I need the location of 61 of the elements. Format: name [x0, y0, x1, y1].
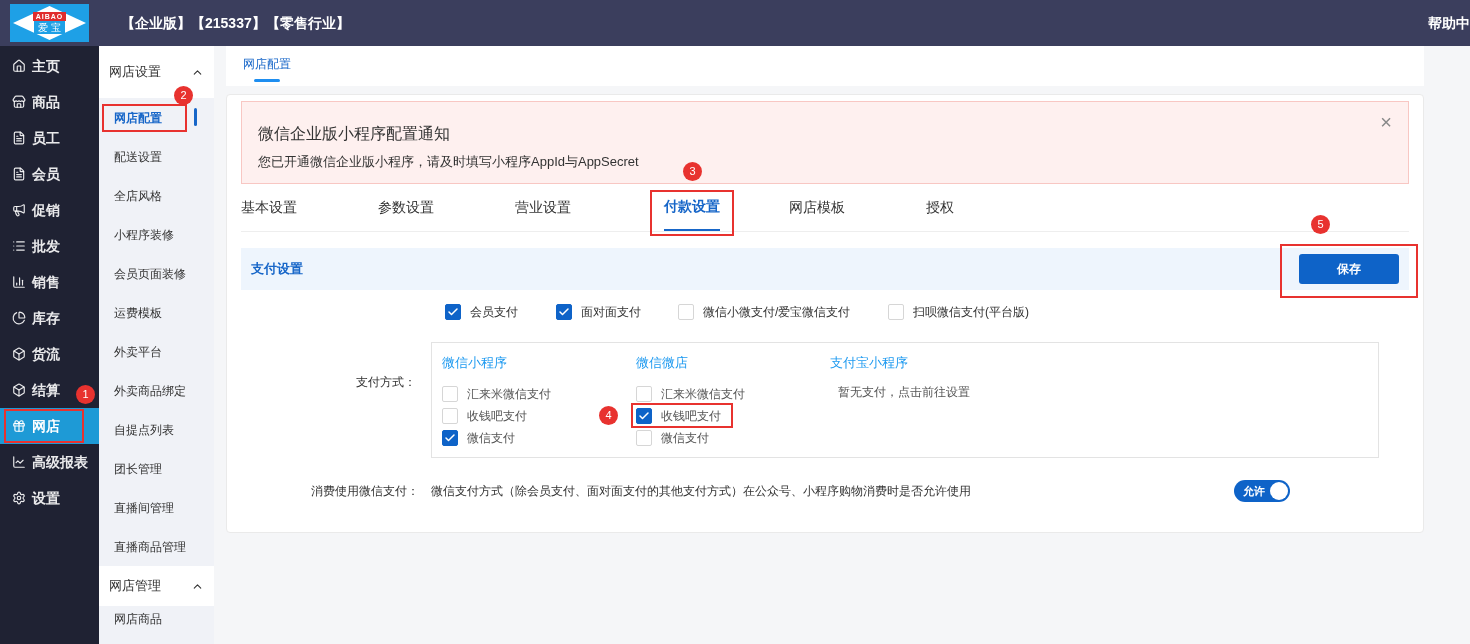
field-label: 支付方式：	[356, 374, 416, 391]
sidebar-item[interactable]: 设置	[0, 480, 99, 516]
sidebar-item[interactable]: 员工	[0, 120, 99, 156]
tab[interactable]: 授权	[926, 184, 954, 231]
sidebar-item[interactable]: 库存	[0, 300, 99, 336]
tab[interactable]: 参数设置	[378, 184, 434, 231]
section-title: 支付设置	[251, 260, 303, 279]
checkbox-label: 扫呗微信支付(平台版)	[913, 304, 1029, 321]
checkbox-label: 微信小微支付/爱宝微信支付	[703, 304, 851, 321]
sidebar-item[interactable]: 货流	[0, 336, 99, 372]
sidebar-item[interactable]: 结算	[0, 372, 74, 408]
checkbox-label: 收钱吧支付	[661, 408, 721, 425]
submenu-item[interactable]: 网店配置	[114, 108, 162, 127]
step-number-badge: 1	[76, 385, 95, 404]
submenu-item[interactable]: 团长管理	[114, 459, 162, 478]
save-button[interactable]: 保存	[1299, 254, 1399, 284]
description-text: 微信支付方式（除会员支付、面对面支付的其他支付方式）在公众号、小程序购物消费时是否允许使用	[431, 483, 971, 500]
logo-name: 爱 宝	[34, 21, 65, 34]
submenu-item[interactable]: 配送设置	[114, 147, 162, 166]
page-tab[interactable]: 网店配置	[243, 46, 291, 86]
notice-title: 微信企业版小程序配置通知	[258, 124, 450, 144]
submenu-item[interactable]: 全店风格	[114, 186, 162, 205]
submenu-item[interactable]: 网店商品	[114, 610, 162, 628]
group-title: 支付宝小程序	[830, 354, 909, 372]
step-number-badge: 5	[1311, 215, 1330, 234]
submenu-item[interactable]: 直播间管理	[114, 498, 174, 517]
group-title: 微信小程序	[442, 354, 508, 372]
submenu-item[interactable]: 自提点列表	[114, 420, 174, 439]
submenu-item[interactable]: 会员页面装修	[114, 264, 186, 283]
submenu-item[interactable]: 直播商品管理	[114, 537, 186, 556]
tab[interactable]: 网店模板	[789, 184, 845, 231]
tab[interactable]: 基本设置	[241, 184, 297, 231]
toggle-switch[interactable]: 允许	[1234, 480, 1290, 502]
checkbox-label: 面对面支付	[581, 304, 641, 321]
checkbox-label: 汇来米微信支付	[661, 386, 745, 403]
step-number-badge: 4	[599, 406, 618, 425]
submenu-item[interactable]: 小程序装修	[114, 225, 174, 244]
empty-message[interactable]: 暂无支付，点击前往设置	[838, 383, 1024, 401]
group-title: 微信微店	[636, 354, 689, 372]
sidebar-item[interactable]: 商品	[0, 84, 99, 120]
sidebar-item[interactable]: 销售	[0, 264, 99, 300]
help-link[interactable]: 帮助中	[1428, 12, 1470, 34]
checkbox-label: 微信支付	[661, 430, 709, 447]
field-label: 消费使用微信支付：	[311, 483, 419, 500]
checkbox-label: 会员支付	[470, 304, 518, 321]
sidebar-item[interactable]: 批发	[0, 228, 99, 264]
sidebar-item[interactable]: 主页	[0, 48, 99, 84]
sidebar-item[interactable]: 高级报表	[0, 444, 99, 480]
checkbox-label: 微信支付	[467, 430, 515, 447]
sidebar-item[interactable]: 会员	[0, 156, 99, 192]
submenu-item[interactable]: 外卖商品绑定	[114, 381, 186, 400]
tab[interactable]: 营业设置	[515, 184, 571, 231]
checkbox-label: 收钱吧支付	[467, 408, 527, 425]
account-title: 【企业版】【215337】【零售行业】	[121, 13, 350, 33]
sidebar-item[interactable]: 促销	[0, 192, 99, 228]
checkbox-label: 汇来米微信支付	[467, 386, 551, 403]
section-heading[interactable]: 网店管理	[99, 566, 214, 606]
notice-message: 您已开通微信企业版小程序，请及时填写小程序AppId与AppSecret	[258, 153, 639, 171]
submenu-item[interactable]: 外卖平台	[114, 342, 162, 361]
submenu-item[interactable]: 运费模板	[114, 303, 162, 322]
tab[interactable]: 付款设置	[664, 184, 720, 231]
